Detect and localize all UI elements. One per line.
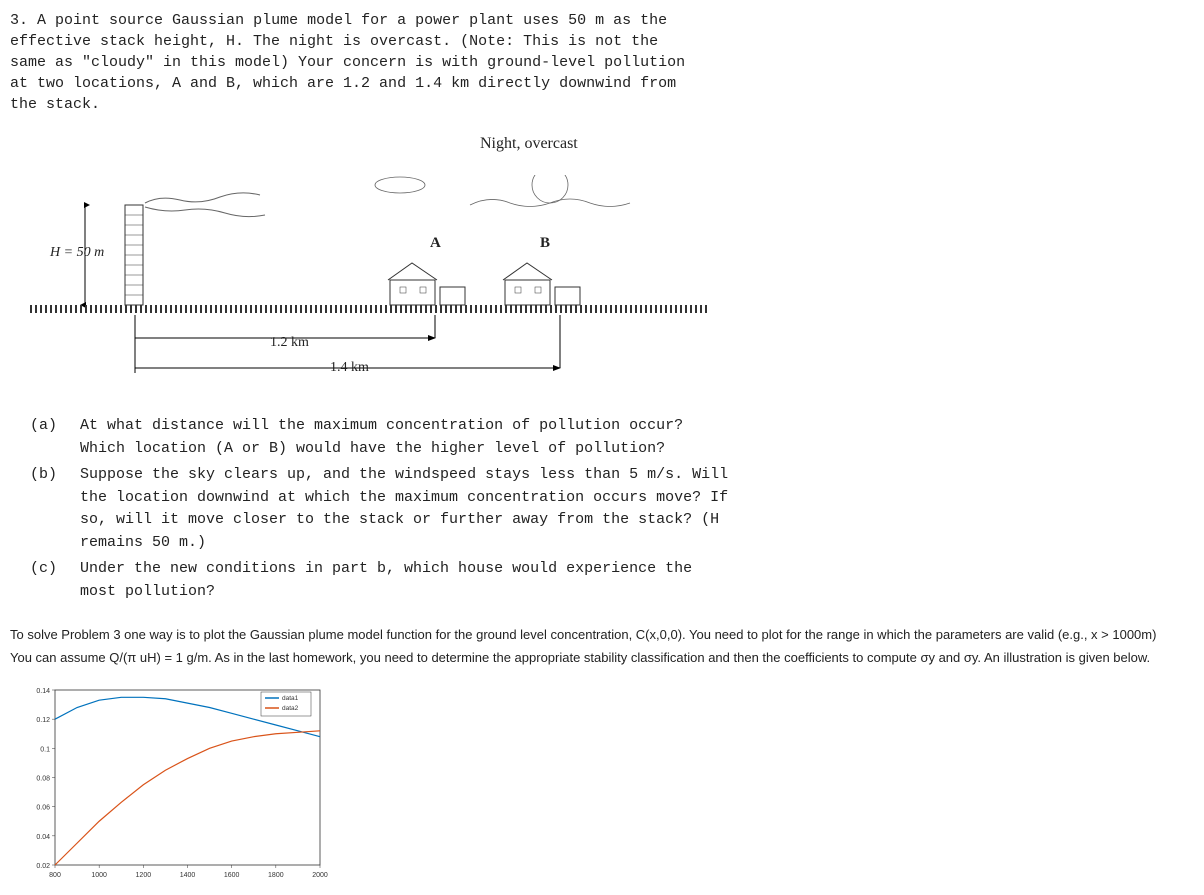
svg-text:0.12: 0.12 <box>36 717 50 724</box>
question-c-label: (c) <box>30 558 80 603</box>
question-a-text: At what distance will the maximum concen… <box>80 415 730 460</box>
diagram-illustration <box>30 175 710 315</box>
ground-line <box>30 305 710 313</box>
svg-text:data1: data1 <box>282 695 299 702</box>
dimension-lines <box>30 313 710 383</box>
question-c: (c) Under the new conditions in part b, … <box>30 558 730 603</box>
svg-text:0.06: 0.06 <box>36 804 50 811</box>
svg-text:0.14: 0.14 <box>36 688 50 695</box>
question-c-text: Under the new conditions in part b, whic… <box>80 558 730 603</box>
problem-text-body: A point source Gaussian plume model for … <box>10 12 685 113</box>
question-a-label: (a) <box>30 415 80 460</box>
question-b-label: (b) <box>30 464 80 554</box>
plume-diagram: Night, overcast <box>30 135 730 405</box>
question-b-text: Suppose the sky clears up, and the winds… <box>80 464 730 554</box>
illustration-chart: 0.02 0.04 0.06 0.08 0.1 0.12 0.14 800 1000 1200 14… <box>20 685 380 885</box>
svg-text:0.02: 0.02 <box>36 863 50 870</box>
question-b: (b) Suppose the sky clears up, and the w… <box>30 464 730 554</box>
question-a: (a) At what distance will the maximum co… <box>30 415 730 460</box>
svg-text:1200: 1200 <box>136 872 152 879</box>
distance-14km-label: 1.4 km <box>330 360 369 376</box>
svg-text:0.1: 0.1 <box>40 746 50 753</box>
problem-statement: 3. A point source Gaussian plume model f… <box>10 10 690 115</box>
chart-svg: 0.02 0.04 0.06 0.08 0.1 0.12 0.14 800 1000 1200 14… <box>20 685 380 885</box>
instruction-line-1: To solve Problem 3 one way is to plot th… <box>10 623 1194 646</box>
svg-text:0.04: 0.04 <box>36 834 50 841</box>
svg-text:0.08: 0.08 <box>36 775 50 782</box>
svg-text:1400: 1400 <box>180 872 196 879</box>
svg-text:1000: 1000 <box>91 872 107 879</box>
svg-text:800: 800 <box>49 872 61 879</box>
house-b-label: B <box>540 235 550 252</box>
svg-text:2000: 2000 <box>312 872 328 879</box>
distance-12km-label: 1.2 km <box>270 335 309 351</box>
solution-instructions: To solve Problem 3 one way is to plot th… <box>10 623 1194 670</box>
stack-height-label: H = 50 m <box>50 245 104 261</box>
questions-list: (a) At what distance will the maximum co… <box>30 415 730 603</box>
svg-text:data2: data2 <box>282 705 299 712</box>
svg-text:1600: 1600 <box>224 872 240 879</box>
svg-text:1800: 1800 <box>268 872 284 879</box>
instruction-line-2: You can assume Q/(π uH) = 1 g/m. As in t… <box>10 646 1194 669</box>
problem-number: 3. <box>10 12 28 29</box>
night-overcast-label: Night, overcast <box>480 135 578 153</box>
house-a-label: A <box>430 235 441 252</box>
